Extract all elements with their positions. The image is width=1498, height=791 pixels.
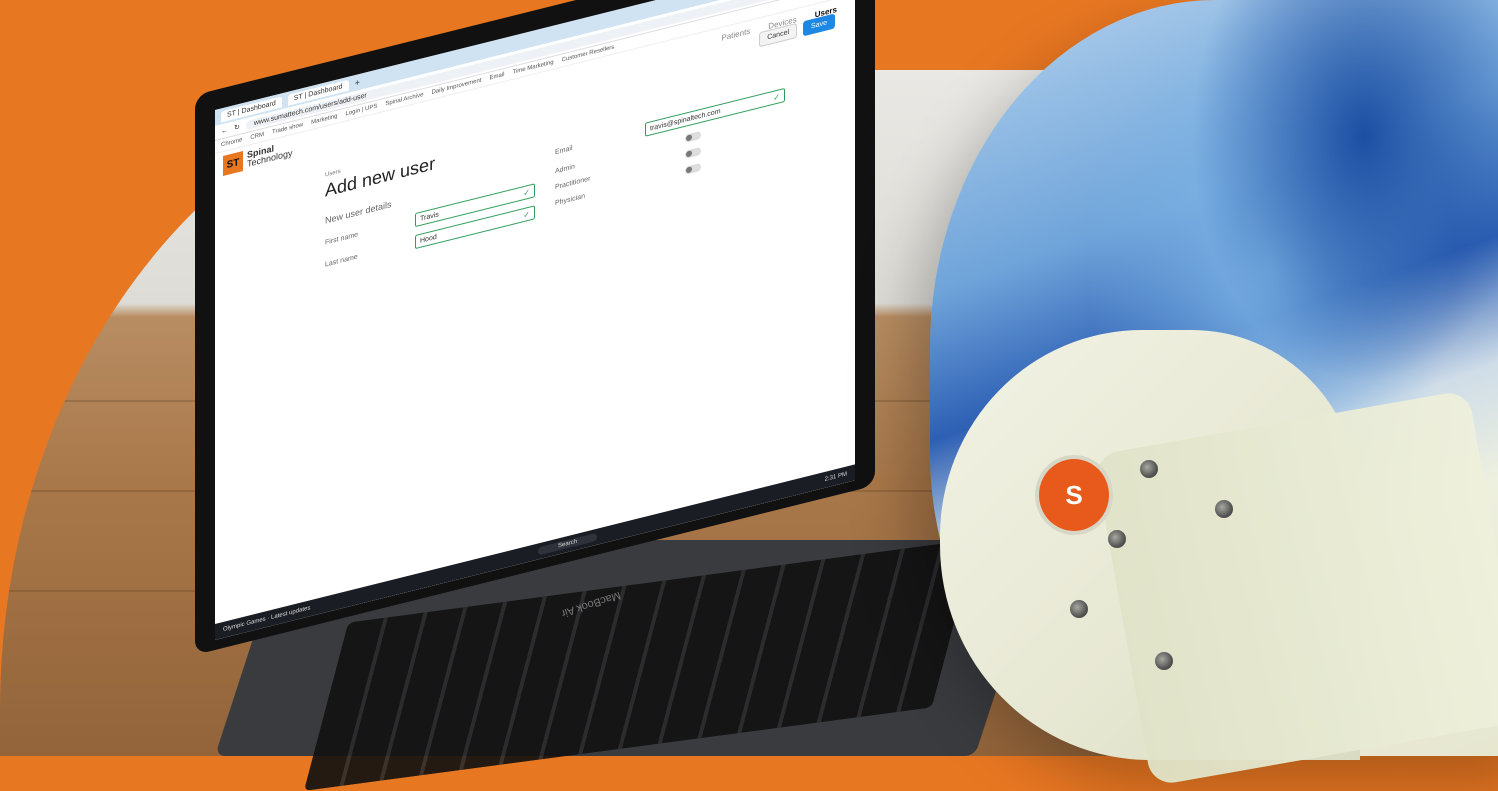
check-icon: ✓: [523, 208, 530, 220]
back-icon[interactable]: ←: [221, 126, 228, 135]
brace-logo-badge: S: [1035, 455, 1113, 535]
logo-mark-icon: ST: [223, 151, 243, 177]
nav-patients[interactable]: Patients: [721, 27, 750, 43]
check-icon: ✓: [773, 91, 780, 103]
rivet: [1108, 530, 1126, 548]
physician-toggle[interactable]: [685, 162, 701, 175]
rivet: [1140, 460, 1158, 478]
brace-strap: [1093, 389, 1498, 787]
bookmark[interactable]: Email: [489, 72, 504, 82]
rivet: [1215, 500, 1233, 518]
bookmark[interactable]: CRM: [250, 132, 264, 141]
reload-icon[interactable]: ↻: [234, 123, 240, 132]
admin-toggle[interactable]: [685, 130, 701, 143]
practitioner-toggle[interactable]: [685, 146, 701, 159]
new-tab-icon[interactable]: +: [355, 77, 360, 88]
last-name-value: Hood: [420, 233, 437, 245]
rivet: [1155, 652, 1173, 670]
clock: 2:31 PM: [824, 471, 847, 483]
rivet: [1070, 600, 1088, 618]
check-icon: ✓: [523, 186, 530, 198]
first-name-value: Travis: [420, 210, 439, 223]
